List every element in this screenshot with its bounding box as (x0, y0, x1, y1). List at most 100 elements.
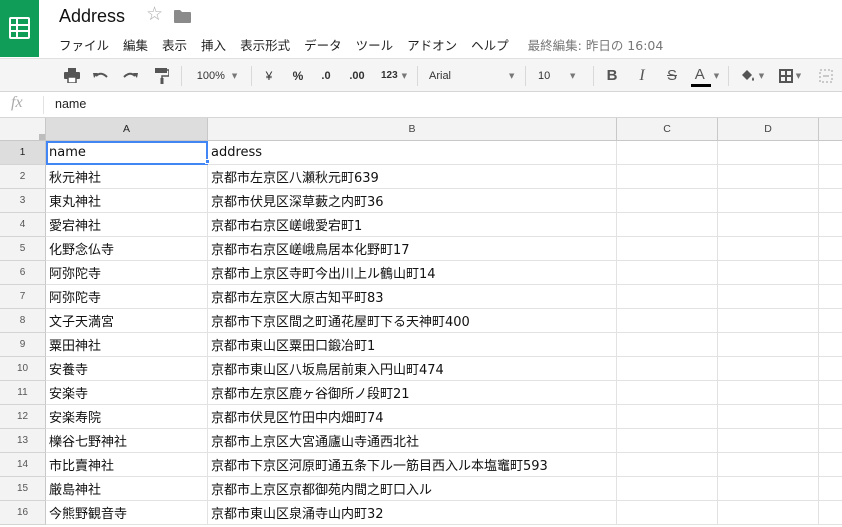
cell-address[interactable]: 京都市下京区河原町通五条下ル一筋目西入ル本塩竈町593 (208, 453, 617, 477)
number-format-select[interactable]: 123 ▼ (376, 59, 412, 92)
column-header-b[interactable]: B (208, 118, 617, 141)
cell-empty[interactable] (819, 333, 842, 357)
cell-empty[interactable] (819, 309, 842, 333)
cell-name[interactable]: 阿弥陀寺 (46, 261, 208, 285)
cell-name[interactable]: 化野念仏寺 (46, 237, 208, 261)
cell-name[interactable]: 秋元神社 (46, 165, 208, 189)
strikethrough-button[interactable]: S (660, 59, 684, 92)
cell-empty[interactable] (617, 477, 718, 501)
cell-name[interactable]: 安楽寺 (46, 381, 208, 405)
cell-a1-selected[interactable]: name (46, 141, 208, 165)
fill-color-button[interactable]: ▼ (734, 59, 770, 92)
cell-address[interactable]: 京都市右京区嵯峨愛宕町1 (208, 213, 617, 237)
cell-empty[interactable] (819, 189, 842, 213)
cell-empty[interactable] (819, 141, 842, 165)
cell-empty[interactable] (617, 261, 718, 285)
column-header-a[interactable]: A (46, 118, 208, 141)
cell-empty[interactable] (819, 165, 842, 189)
column-header-e[interactable] (819, 118, 842, 141)
cell-empty[interactable] (718, 381, 819, 405)
cell-empty[interactable] (819, 237, 842, 261)
cell-address[interactable]: 京都市上京区寺町今出川上ル鶴山町14 (208, 261, 617, 285)
row-header[interactable]: 5 (0, 237, 46, 261)
cell-empty[interactable] (617, 405, 718, 429)
redo-button[interactable] (118, 59, 142, 92)
row-header[interactable]: 12 (0, 405, 46, 429)
cell-empty[interactable] (718, 429, 819, 453)
cell-name[interactable]: 愛宕神社 (46, 213, 208, 237)
menu-insert[interactable]: 挿入 (194, 35, 233, 54)
cell-address[interactable]: address (208, 141, 617, 165)
last-edit-status[interactable]: 最終編集: 昨日の 16:04 (528, 35, 664, 54)
cell-empty[interactable] (819, 261, 842, 285)
merge-cells-button[interactable] (814, 59, 838, 92)
paint-format-button[interactable] (150, 59, 174, 92)
italic-button[interactable]: I (630, 59, 654, 92)
menu-data[interactable]: データ (297, 35, 349, 54)
cell-empty[interactable] (819, 405, 842, 429)
cell-name[interactable]: 櫟谷七野神社 (46, 429, 208, 453)
cell-empty[interactable] (617, 333, 718, 357)
cell-empty[interactable] (617, 357, 718, 381)
cell-address[interactable]: 京都市東山区泉涌寺山内町32 (208, 501, 617, 525)
row-header[interactable]: 11 (0, 381, 46, 405)
cell-empty[interactable] (718, 477, 819, 501)
cell-empty[interactable] (617, 237, 718, 261)
cell-empty[interactable] (819, 477, 842, 501)
row-header[interactable]: 6 (0, 261, 46, 285)
select-all-corner[interactable] (0, 118, 46, 141)
cell-empty[interactable] (819, 213, 842, 237)
cell-name[interactable]: 市比賣神社 (46, 453, 208, 477)
cell-empty[interactable] (718, 333, 819, 357)
row-header[interactable]: 3 (0, 189, 46, 213)
cell-name[interactable]: 文子天満宮 (46, 309, 208, 333)
decrease-decimal-button[interactable]: .0 (314, 59, 338, 92)
column-header-d[interactable]: D (718, 118, 819, 141)
cell-empty[interactable] (718, 453, 819, 477)
cell-empty[interactable] (617, 165, 718, 189)
cell-address[interactable]: 京都市東山区粟田口鍛冶町1 (208, 333, 617, 357)
row-header[interactable]: 4 (0, 213, 46, 237)
cell-name[interactable]: 厳島神社 (46, 477, 208, 501)
undo-button[interactable] (89, 59, 113, 92)
row-header[interactable]: 8 (0, 309, 46, 333)
bold-button[interactable]: B (600, 59, 624, 92)
cell-empty[interactable] (617, 285, 718, 309)
menu-tools[interactable]: ツール (349, 35, 401, 54)
cell-name[interactable]: 粟田神社 (46, 333, 208, 357)
cell-empty[interactable] (718, 237, 819, 261)
cell-empty[interactable] (617, 213, 718, 237)
selection-fill-handle[interactable] (205, 159, 210, 164)
cell-empty[interactable] (718, 213, 819, 237)
row-header[interactable]: 14 (0, 453, 46, 477)
row-header[interactable]: 16 (0, 501, 46, 525)
document-title[interactable]: Address (59, 6, 125, 27)
cell-empty[interactable] (718, 261, 819, 285)
cell-empty[interactable] (617, 501, 718, 525)
cell-name[interactable]: 阿弥陀寺 (46, 285, 208, 309)
currency-button[interactable]: ¥ (258, 59, 280, 92)
cell-empty[interactable] (617, 189, 718, 213)
cell-empty[interactable] (718, 405, 819, 429)
row-header[interactable]: 1 (0, 141, 46, 165)
print-button[interactable] (60, 59, 84, 92)
cell-address[interactable]: 京都市伏見区竹田中内畑町74 (208, 405, 617, 429)
borders-button[interactable]: ▼ (774, 59, 806, 92)
text-color-button[interactable]: A ▼ (688, 59, 722, 92)
cell-empty[interactable] (718, 501, 819, 525)
cell-address[interactable]: 京都市左京区鹿ヶ谷御所ノ段町21 (208, 381, 617, 405)
cell-name[interactable]: 東丸神社 (46, 189, 208, 213)
row-header[interactable]: 2 (0, 165, 46, 189)
sheets-logo[interactable] (0, 0, 39, 57)
cell-empty[interactable] (718, 165, 819, 189)
menu-addons[interactable]: アドオン (400, 35, 464, 54)
cell-empty[interactable] (617, 453, 718, 477)
cell-name[interactable]: 安楽寿院 (46, 405, 208, 429)
increase-decimal-button[interactable]: .00 (343, 59, 371, 92)
formula-input[interactable]: name (55, 97, 86, 111)
cell-empty[interactable] (617, 429, 718, 453)
row-header[interactable]: 13 (0, 429, 46, 453)
cell-address[interactable]: 京都市東山区八坂鳥居前東入円山町474 (208, 357, 617, 381)
cell-address[interactable]: 京都市下京区間之町通花屋町下る天神町400 (208, 309, 617, 333)
cell-empty[interactable] (617, 309, 718, 333)
